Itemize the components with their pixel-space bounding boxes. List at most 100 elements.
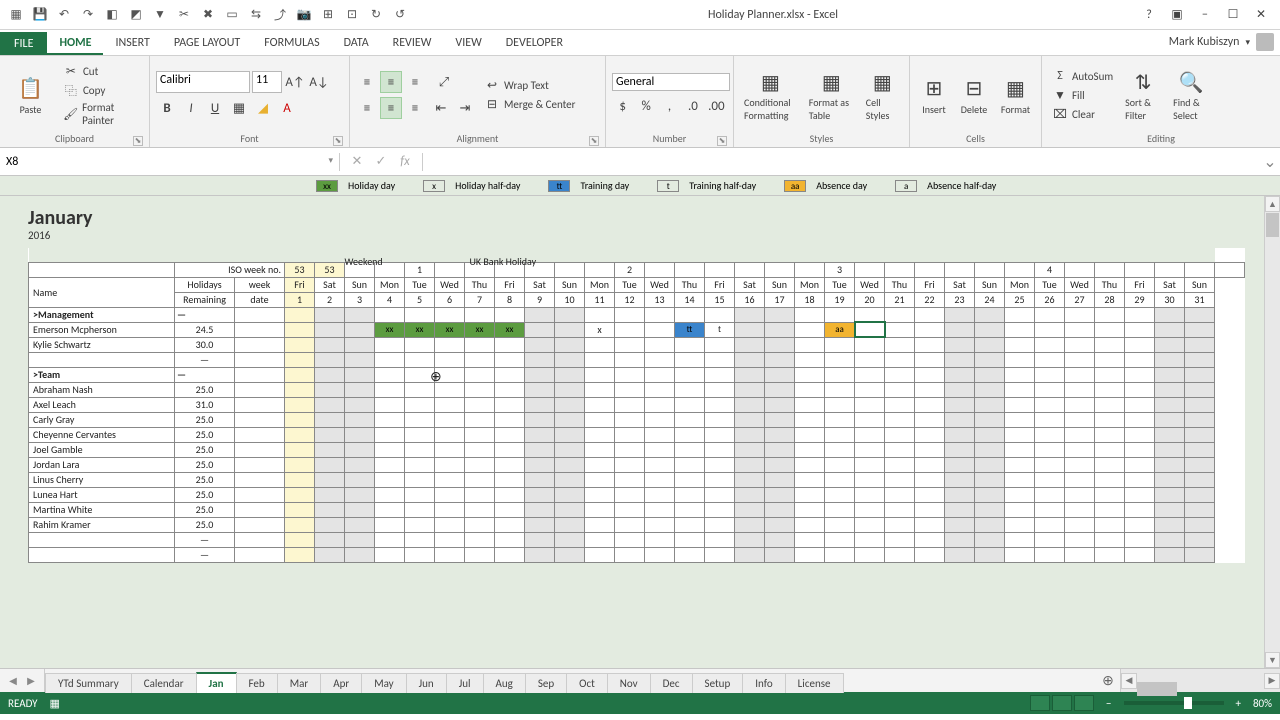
cell[interactable] (345, 412, 375, 427)
tab-view[interactable]: VIEW (443, 31, 493, 55)
cell[interactable]: 25.0 (175, 487, 235, 502)
cell[interactable] (735, 262, 765, 277)
cell[interactable] (885, 547, 915, 562)
cell[interactable] (1155, 352, 1185, 367)
cell[interactable] (1065, 532, 1095, 547)
cell[interactable] (915, 262, 945, 277)
clear-button[interactable]: ⌧Clear (1048, 105, 1117, 123)
cell[interactable]: 53 (315, 262, 345, 277)
cell[interactable] (495, 352, 525, 367)
cell[interactable] (1185, 337, 1215, 352)
cell[interactable] (885, 427, 915, 442)
cell[interactable] (1155, 502, 1185, 517)
cell[interactable] (525, 547, 555, 562)
cell[interactable]: 25.0 (175, 427, 235, 442)
cell[interactable] (525, 412, 555, 427)
border-button[interactable]: ▦ (228, 97, 250, 119)
cell[interactable] (1035, 457, 1065, 472)
align-top-icon[interactable]: ≡ (356, 71, 378, 93)
cell[interactable]: 25.0 (175, 517, 235, 532)
maximize-icon[interactable]: ☐ (1222, 6, 1244, 24)
cell[interactable] (615, 382, 645, 397)
cell[interactable] (945, 487, 975, 502)
cell[interactable] (705, 442, 735, 457)
cell[interactable] (795, 307, 825, 322)
cell[interactable] (975, 412, 1005, 427)
cell[interactable] (315, 397, 345, 412)
cell[interactable] (795, 382, 825, 397)
cell[interactable]: Remaining (175, 292, 235, 307)
cell[interactable]: Kylie Schwartz (29, 337, 175, 352)
cell[interactable] (1125, 442, 1155, 457)
camera-icon[interactable]: 📷 (294, 5, 314, 25)
cell[interactable] (315, 427, 345, 442)
cell[interactable] (675, 307, 705, 322)
cell[interactable]: 24 (975, 292, 1005, 307)
cell[interactable] (235, 322, 285, 337)
cell[interactable] (885, 262, 915, 277)
cell[interactable]: 1 (285, 292, 315, 307)
cell[interactable] (675, 487, 705, 502)
cell[interactable] (945, 457, 975, 472)
cell[interactable]: Wed (435, 277, 465, 292)
cell[interactable]: tt (675, 322, 705, 337)
cell[interactable] (945, 442, 975, 457)
cell[interactable] (405, 427, 435, 442)
cell[interactable] (585, 262, 615, 277)
cell[interactable]: Jordan Lara (29, 457, 175, 472)
name-box[interactable]: X8 (0, 153, 340, 171)
cell[interactable]: 2 (315, 292, 345, 307)
cell[interactable] (825, 397, 855, 412)
cell[interactable]: 12 (615, 292, 645, 307)
cell[interactable] (1155, 517, 1185, 532)
cell[interactable] (435, 547, 465, 562)
cell[interactable] (495, 532, 525, 547)
cell[interactable] (795, 502, 825, 517)
cell[interactable] (975, 442, 1005, 457)
cell[interactable] (915, 517, 945, 532)
cell[interactable] (1185, 517, 1215, 532)
cell[interactable]: 30 (1155, 292, 1185, 307)
cell[interactable] (825, 442, 855, 457)
cell[interactable] (525, 472, 555, 487)
cell[interactable] (465, 517, 495, 532)
cell[interactable] (405, 442, 435, 457)
sheet-tab-mar[interactable]: Mar (277, 673, 322, 693)
tab-data[interactable]: DATA (332, 31, 381, 55)
cell[interactable] (735, 487, 765, 502)
cell[interactable] (435, 487, 465, 502)
cell[interactable] (735, 412, 765, 427)
cell[interactable] (945, 547, 975, 562)
cell[interactable] (1065, 487, 1095, 502)
cell[interactable] (645, 397, 675, 412)
cell[interactable] (285, 307, 315, 322)
cell[interactable] (1035, 442, 1065, 457)
cell[interactable] (1065, 472, 1095, 487)
cell[interactable] (285, 397, 315, 412)
cell[interactable] (675, 472, 705, 487)
cell[interactable] (555, 262, 585, 277)
cell[interactable] (735, 532, 765, 547)
qat-icon[interactable]: ⤴ (270, 5, 290, 25)
cell[interactable] (1065, 322, 1095, 337)
cell[interactable] (465, 337, 495, 352)
qat-icon[interactable]: ◩ (126, 5, 146, 25)
cell[interactable] (645, 487, 675, 502)
cell[interactable] (975, 547, 1005, 562)
cell[interactable] (375, 472, 405, 487)
cell[interactable] (1005, 307, 1035, 322)
cell[interactable] (1095, 397, 1125, 412)
cell[interactable] (735, 382, 765, 397)
cell[interactable] (915, 412, 945, 427)
cell[interactable] (555, 322, 585, 337)
cell[interactable]: xx (405, 322, 435, 337)
cell[interactable] (435, 337, 465, 352)
font-color-button[interactable]: A (276, 97, 298, 119)
cell[interactable] (1005, 367, 1035, 382)
cell[interactable] (1005, 382, 1035, 397)
cell[interactable] (345, 352, 375, 367)
scroll-down-icon[interactable]: ▼ (1265, 652, 1280, 668)
vertical-scrollbar[interactable]: ▲ ▼ (1264, 196, 1280, 668)
cell[interactable] (235, 532, 285, 547)
cell[interactable] (735, 442, 765, 457)
